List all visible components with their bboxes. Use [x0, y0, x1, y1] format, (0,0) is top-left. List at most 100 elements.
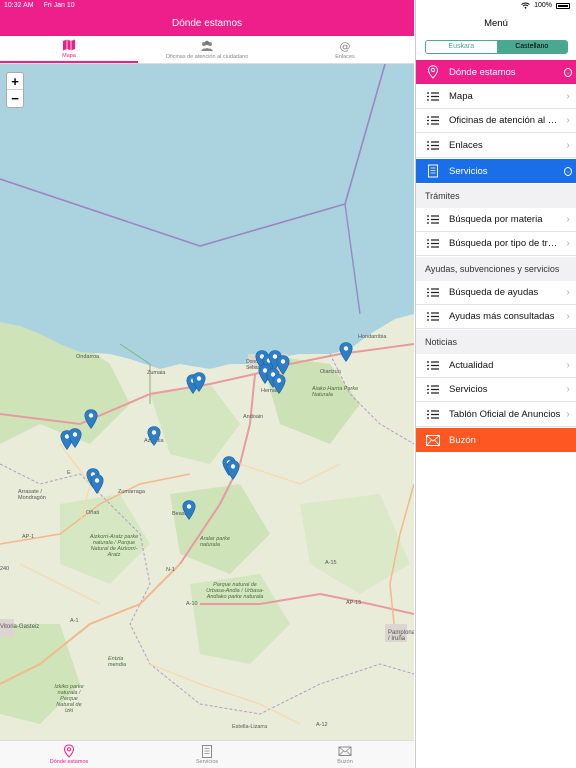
map-label-town: Hondarribia: [358, 334, 387, 340]
language-switch: Euskara Castellano: [425, 40, 568, 54]
map-tiles: [0, 64, 414, 740]
map-view[interactable]: + − Ondarroa Zumaia Donostia / San Sebas…: [0, 64, 414, 740]
map-marker-icon[interactable]: [68, 428, 82, 448]
map-label-town: Estella-Lizarra: [232, 724, 268, 730]
map-label-town: Ondarroa: [76, 354, 100, 360]
map-label-park: Izkiko parke naturala / Parque Natural d…: [54, 684, 84, 714]
menu-item-busq-ayudas[interactable]: Búsqueda de ayudas ›: [416, 281, 576, 305]
menu-item-ayudas-consultadas[interactable]: Ayudas más consultadas ›: [416, 305, 576, 329]
map-label-road: A-1: [70, 618, 79, 624]
people-icon: [201, 40, 213, 51]
menu-item-busq-tipo[interactable]: Búsqueda por tipo de trámite ›: [416, 232, 576, 256]
tab-mapa-label: Mapa: [62, 52, 76, 59]
menu-item-label: Actualidad: [449, 360, 494, 371]
status-bar-right: 100%: [521, 2, 570, 9]
tab-mapa[interactable]: Mapa: [0, 36, 138, 63]
menu-item-tablon[interactable]: Tablón Oficial de Anuncios ›: [416, 403, 576, 427]
zoom-in-button[interactable]: +: [7, 73, 23, 90]
lang-castellano-button[interactable]: Castellano: [496, 41, 567, 53]
map-label-road: AP-1: [22, 534, 35, 540]
tab-oficinas-label: Oficinas de atención al ciudadano: [165, 53, 249, 60]
menu-item-mapa[interactable]: Mapa ›: [416, 85, 576, 109]
clipboard-icon: [202, 745, 212, 758]
map-label-park: Aralar parke naturala: [200, 536, 230, 548]
tab-servicios-label: Servicios: [195, 759, 219, 765]
menu-item-label: Búsqueda por materia: [449, 214, 543, 225]
map-label-town: Andoain: [243, 414, 264, 420]
wifi-icon: [521, 2, 530, 9]
menu-item-oficinas[interactable]: Oficinas de atención al ciudadano ›: [416, 109, 576, 133]
list-icon: [425, 410, 441, 419]
battery-icon: [556, 2, 570, 9]
menu-donde-label: Dónde estamos: [449, 66, 516, 78]
at-icon: @: [340, 40, 351, 52]
list-icon: [425, 92, 441, 101]
chevron-right-icon: ›: [566, 311, 570, 322]
chevron-right-icon: ›: [566, 384, 570, 395]
svg-text:@: @: [340, 40, 351, 52]
tab-buzon[interactable]: Buzón: [276, 741, 414, 768]
tab-donde-label: Dónde estamos: [49, 759, 89, 765]
menu-item-label: Búsqueda por tipo de trámite: [449, 238, 561, 249]
map-label-road: E: [67, 470, 71, 476]
map-label-park: Aizkorri-Aratz parke naturala / Parque N…: [89, 534, 139, 558]
lang-euskara-button[interactable]: Euskara: [426, 41, 497, 53]
list-icon: [425, 312, 441, 321]
status-date: Fri Jan 10: [43, 2, 75, 9]
menu-servicios[interactable]: Servicios ⌄: [416, 159, 576, 183]
menu-buzon[interactable]: Buzón: [416, 428, 576, 452]
chevron-right-icon: ›: [566, 287, 570, 298]
menu-item-label: Búsqueda de ayudas: [449, 287, 539, 298]
map-label-park: Aiako Harria Parke Naturala: [312, 386, 359, 398]
map-label-road: A-10: [186, 601, 198, 607]
map-label-road: A-15: [325, 560, 337, 566]
chevron-right-icon: ›: [566, 140, 570, 151]
map-label-town: Oñati: [86, 510, 100, 516]
menu-item-enlaces[interactable]: Enlaces ›: [416, 134, 576, 158]
chevron-right-icon: ›: [566, 238, 570, 249]
menu-item-label: Ayudas más consultadas: [449, 311, 555, 322]
menu-item-busq-materia[interactable]: Búsqueda por materia ›: [416, 208, 576, 232]
map-icon: [63, 39, 75, 50]
map-label-road: AP-15: [346, 600, 362, 606]
tab-enlaces[interactable]: @ Enlaces: [276, 36, 414, 63]
tab-bar: Dónde estamos Servicios Buzón: [0, 740, 414, 768]
side-menu: Menú Euskara Castellano Dónde estamos ⌄ …: [415, 0, 576, 768]
map-marker-icon[interactable]: [90, 474, 104, 494]
clipboard-icon: [425, 164, 441, 178]
map-label-city: Pamplona / Iruña: [388, 630, 414, 642]
location-pin-icon: [63, 744, 75, 758]
chevron-right-icon: ›: [566, 360, 570, 371]
list-icon: [425, 239, 441, 248]
map-marker-icon[interactable]: [226, 460, 240, 480]
map-marker-icon[interactable]: [339, 342, 353, 362]
menu-item-servicios-news[interactable]: Servicios ›: [416, 378, 576, 402]
app-screen: 10:32 AM Fri Jan 10 100% Dónde estamos M…: [0, 0, 576, 768]
zoom-out-button[interactable]: −: [7, 90, 23, 107]
map-marker-icon[interactable]: [147, 426, 161, 446]
map-marker-icon[interactable]: [84, 409, 98, 429]
list-icon: [425, 141, 441, 150]
tab-servicios[interactable]: Servicios: [138, 741, 276, 768]
section-header: Noticias: [416, 330, 576, 354]
menu-donde-estamos[interactable]: Dónde estamos ⌄: [416, 60, 576, 84]
menu-item-label: Oficinas de atención al ciudadano: [449, 115, 561, 126]
segment-tabs: Mapa Oficinas de atención al ciudadano @…: [0, 36, 414, 64]
map-label-town: Zumaia: [147, 370, 166, 376]
location-pin-icon: [425, 65, 441, 79]
map-label-road: N-1: [166, 567, 175, 573]
menu-item-actualidad[interactable]: Actualidad ›: [416, 354, 576, 378]
list-icon: [425, 361, 441, 370]
map-marker-icon[interactable]: [182, 500, 196, 520]
tab-oficinas[interactable]: Oficinas de atención al ciudadano: [138, 36, 276, 63]
chevron-right-icon: ›: [566, 115, 570, 126]
map-label-town: Arrasate / Mondragón: [18, 489, 46, 501]
section-header: Ayudas, subvenciones y servicios: [416, 257, 576, 281]
list-icon: [425, 288, 441, 297]
tab-donde-estamos[interactable]: Dónde estamos: [0, 741, 138, 768]
map-marker-icon[interactable]: [272, 374, 286, 394]
map-marker-icon[interactable]: [192, 372, 206, 392]
menu-item-label: Enlaces: [449, 140, 483, 151]
menu-item-label: Tablón Oficial de Anuncios: [449, 409, 561, 420]
battery-percent: 100%: [534, 2, 552, 9]
